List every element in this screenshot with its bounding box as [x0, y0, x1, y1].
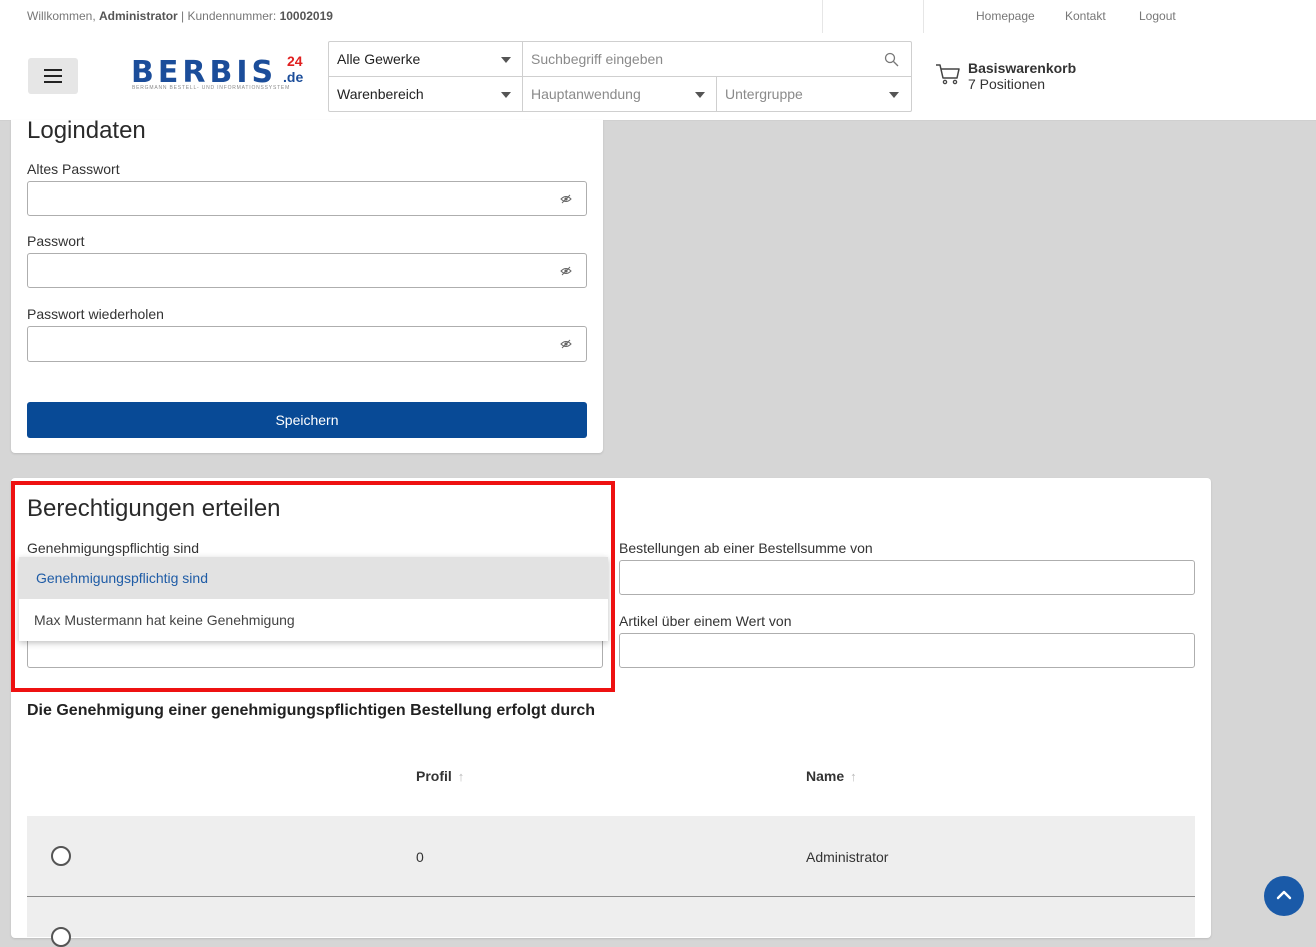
trade-select-value: Alle Gewerke — [337, 51, 421, 67]
caret-down-icon — [889, 92, 899, 98]
table-row[interactable] — [27, 897, 1195, 947]
berbis-logo[interactable]: BERBIS 24 .de BERGMANN BESTELL- UND INFO… — [131, 53, 311, 97]
eye-icon[interactable] — [560, 339, 572, 349]
menu-icon — [44, 69, 62, 71]
menu-icon — [44, 81, 62, 83]
welcome-text: Willkommen, Administrator | Kundennummer… — [27, 9, 333, 23]
approval-dropdown-menu: Genehmigungspflichtig sind Max Musterman… — [19, 557, 608, 641]
top-bar: Willkommen, Administrator | Kundennummer… — [0, 0, 1316, 34]
customer-number: 10002019 — [279, 9, 333, 23]
subgroup-select-value: Untergruppe — [725, 86, 803, 102]
search-icon[interactable] — [884, 52, 899, 67]
password-input[interactable] — [27, 253, 587, 288]
contact-link[interactable]: Kontakt — [1065, 9, 1106, 23]
main-header: BERBIS 24 .de BERGMANN BESTELL- UND INFO… — [0, 33, 1316, 121]
logout-link[interactable]: Logout — [1139, 9, 1176, 23]
application-select[interactable]: Hauptanwendung — [523, 77, 717, 111]
homepage-link[interactable]: Homepage — [976, 9, 1035, 23]
article-value-input[interactable] — [619, 633, 1195, 668]
customer-label: | Kundennummer: — [181, 9, 277, 23]
old-password-input[interactable] — [27, 181, 587, 216]
area-select[interactable]: Warenbereich — [329, 77, 523, 111]
scroll-top-button[interactable] — [1264, 876, 1304, 916]
login-card: Logindaten Altes Passwort Passwort Passw… — [11, 117, 603, 453]
caret-down-icon — [501, 57, 511, 63]
cart[interactable]: Basiswarenkorb 7 Positionen — [935, 60, 1076, 92]
dropdown-option-selected[interactable]: Genehmigungspflichtig sind — [19, 557, 608, 599]
row-radio[interactable] — [51, 927, 71, 947]
row-radio[interactable] — [51, 846, 71, 866]
repeat-password-input[interactable] — [27, 326, 587, 362]
menu-button[interactable] — [28, 58, 78, 94]
column-header-label: Name — [806, 768, 845, 784]
row-name: Administrator — [806, 849, 889, 865]
table-row[interactable]: 0 Administrator — [27, 816, 1195, 897]
cart-title: Basiswarenkorb — [968, 60, 1077, 76]
eye-icon[interactable] — [560, 266, 572, 276]
approval-label: Genehmigungspflichtig sind — [27, 540, 199, 556]
cart-icon — [936, 64, 960, 85]
repeat-password-label: Passwort wiederholen — [27, 306, 164, 322]
old-password-label: Altes Passwort — [27, 161, 120, 177]
chevron-up-icon — [1276, 890, 1292, 900]
menu-icon — [44, 75, 62, 77]
logo-tagline: BERGMANN BESTELL- UND INFORMATIONSSYSTEM — [132, 85, 291, 91]
area-select-value: Warenbereich — [337, 86, 424, 102]
search-placeholder: Suchbegriff eingeben — [531, 51, 664, 67]
caret-down-icon — [501, 92, 511, 98]
eye-icon[interactable] — [560, 194, 572, 204]
welcome-prefix: Willkommen, — [27, 9, 96, 23]
column-header-label: Profil — [416, 768, 452, 784]
column-header-profil[interactable]: Profil ↑ — [416, 768, 464, 784]
approval-section-title: Die Genehmigung einer genehmigungspflich… — [27, 702, 596, 719]
trade-select[interactable]: Alle Gewerke — [329, 42, 523, 77]
sort-arrow-icon: ↑ — [457, 769, 465, 784]
order-sum-input[interactable] — [619, 560, 1195, 595]
cart-count: 7 Positionen — [968, 76, 1046, 92]
column-header-name[interactable]: Name ↑ — [806, 768, 857, 784]
save-button[interactable]: Speichern — [27, 402, 587, 438]
search-input[interactable]: Suchbegriff eingeben — [523, 42, 911, 77]
logo-tld: .de — [283, 69, 304, 85]
caret-down-icon — [695, 92, 705, 98]
application-select-value: Hauptanwendung — [531, 86, 641, 102]
user-name: Administrator — [99, 9, 178, 23]
login-title: Logindaten — [27, 117, 146, 144]
subgroup-select[interactable]: Untergruppe — [717, 77, 911, 111]
divider — [923, 0, 924, 33]
dropdown-option[interactable]: Max Mustermann hat keine Genehmigung — [19, 599, 608, 641]
article-value-label: Artikel über einem Wert von — [619, 613, 792, 629]
password-label: Passwort — [27, 233, 85, 249]
divider — [822, 0, 823, 33]
permissions-title: Berechtigungen erteilen — [27, 495, 281, 522]
order-sum-label: Bestellungen ab einer Bestellsumme von — [619, 540, 873, 556]
logo-number: 24 — [287, 53, 303, 69]
sort-arrow-icon: ↑ — [850, 769, 857, 784]
row-profil: 0 — [416, 849, 424, 865]
search-box: Alle Gewerke Suchbegriff eingeben Warenb… — [328, 41, 912, 112]
